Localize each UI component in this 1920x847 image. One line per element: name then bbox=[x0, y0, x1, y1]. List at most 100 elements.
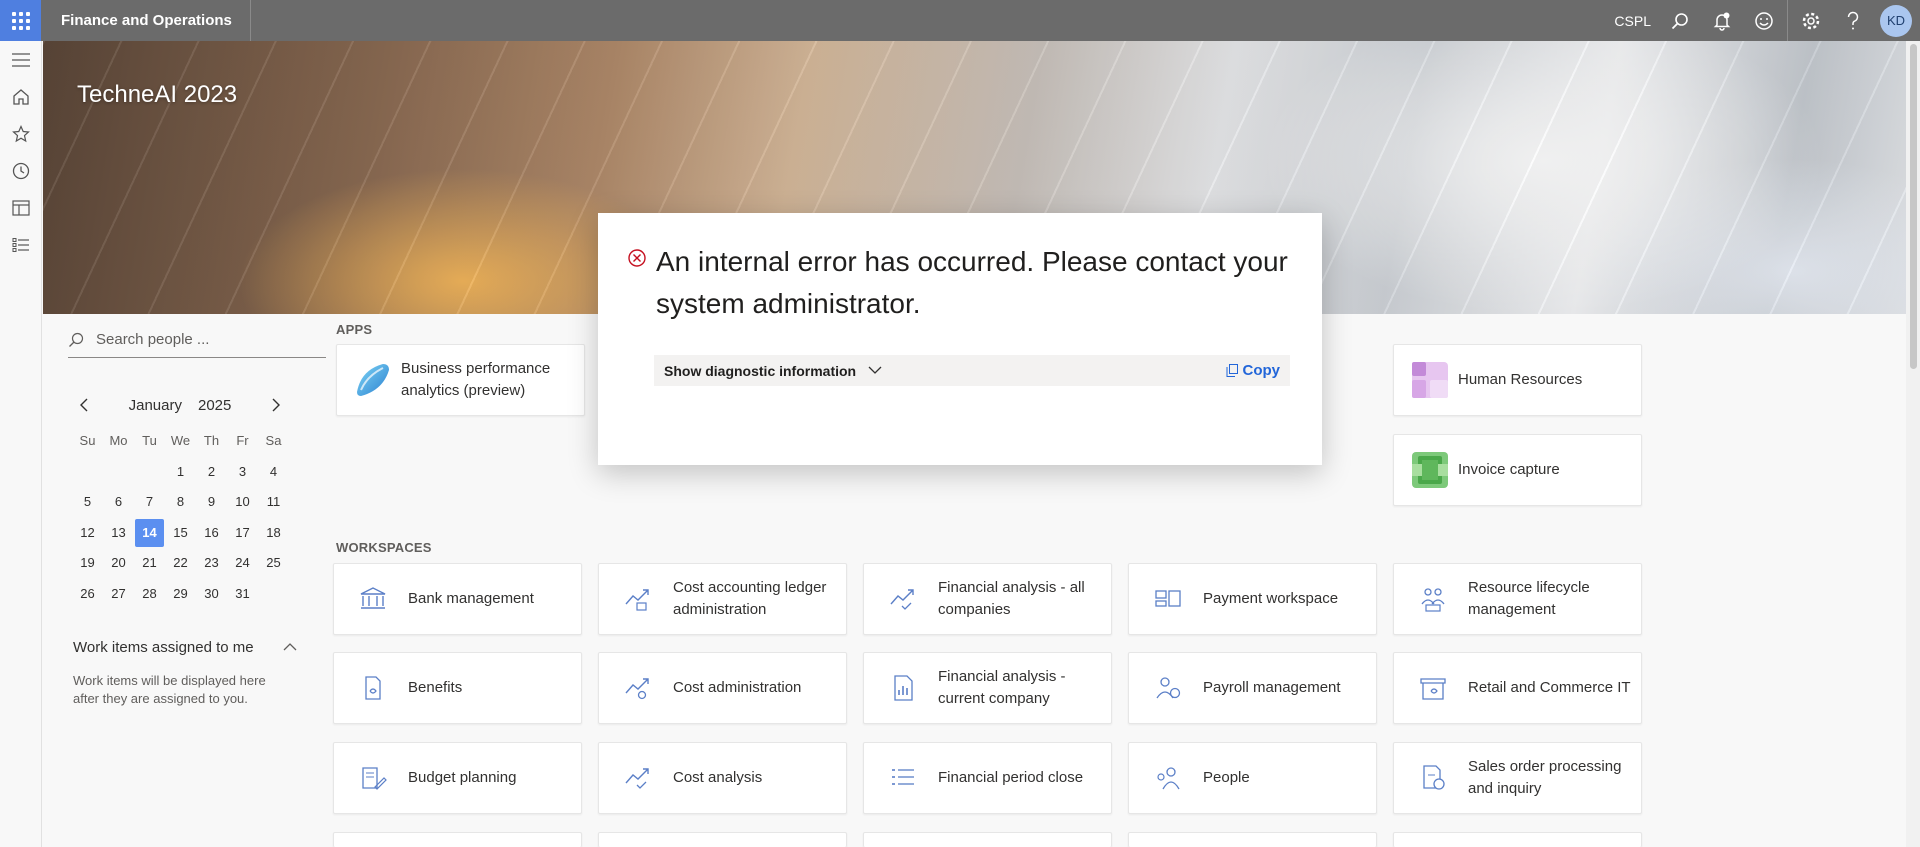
app-tile-human-resources[interactable]: Human Resources bbox=[1393, 344, 1642, 416]
tile-label: Bank management bbox=[408, 590, 534, 607]
calendar-day[interactable]: 28 bbox=[134, 579, 165, 610]
app-title[interactable]: Finance and Operations bbox=[41, 0, 251, 41]
store-icon bbox=[1418, 673, 1448, 703]
tile-label: Retail and Commerce IT bbox=[1468, 679, 1631, 696]
app-tile-business-performance-analytics[interactable]: Business performance analytics (preview) bbox=[336, 344, 585, 416]
previous-month-icon[interactable] bbox=[72, 393, 96, 417]
sales-order-icon bbox=[1418, 763, 1448, 793]
home-icon[interactable] bbox=[0, 78, 42, 115]
waffle-icon[interactable] bbox=[0, 0, 41, 41]
calendar-day[interactable]: 1 bbox=[165, 457, 196, 488]
calendar-day[interactable]: 24 bbox=[227, 548, 258, 579]
workspace-tile[interactable]: Payment workspace bbox=[1128, 563, 1377, 635]
calendar-day[interactable]: 11 bbox=[258, 487, 289, 518]
workspace-tile[interactable]: People bbox=[1128, 742, 1377, 814]
help-icon[interactable] bbox=[1832, 0, 1874, 41]
workspace-tile[interactable]: Financial analysis - current company bbox=[863, 652, 1112, 724]
workspace-tile[interactable]: Cost accounting ledger administration bbox=[598, 563, 847, 635]
workspace-tile-partial[interactable] bbox=[598, 832, 847, 847]
work-items-header[interactable]: Work items assigned to me bbox=[73, 635, 297, 659]
calendar-year[interactable]: 2025 bbox=[198, 397, 231, 414]
people-search[interactable] bbox=[68, 322, 326, 358]
scrollbar-thumb[interactable] bbox=[1910, 44, 1917, 369]
chevron-up-icon[interactable] bbox=[283, 642, 297, 652]
search-icon[interactable] bbox=[1659, 0, 1701, 41]
show-diagnostic-toggle[interactable]: Show diagnostic information bbox=[664, 363, 882, 379]
diagnostic-label: Show diagnostic information bbox=[664, 362, 857, 379]
trend-ledger-icon bbox=[623, 584, 653, 614]
recent-icon[interactable] bbox=[0, 152, 42, 189]
workspaces-icon[interactable] bbox=[0, 189, 42, 226]
calendar-day[interactable]: 27 bbox=[103, 579, 134, 610]
calendar-day[interactable]: 14 bbox=[135, 518, 164, 547]
tile-label: Financial period close bbox=[938, 769, 1084, 786]
calendar-day[interactable]: 30 bbox=[196, 579, 227, 610]
workspace-tile-partial[interactable] bbox=[863, 832, 1112, 847]
tile-label: Cost analysis bbox=[673, 769, 763, 786]
calendar-month[interactable]: January bbox=[129, 397, 182, 414]
workspaces-section-label: WORKSPACES bbox=[336, 540, 432, 555]
calendar-day[interactable]: 8 bbox=[165, 487, 196, 518]
calendar-day[interactable]: 10 bbox=[227, 487, 258, 518]
benefits-icon bbox=[358, 673, 388, 703]
payroll-icon bbox=[1153, 673, 1183, 703]
workspace-tile[interactable]: Cost administration bbox=[598, 652, 847, 724]
calendar: January 2025 Su Mo Tu We Th Fr Sa 1 2 3 4 5 6 7 8 9 10 11… bbox=[72, 390, 288, 609]
calendar-day[interactable]: 4 bbox=[258, 457, 289, 488]
trend-check-icon bbox=[623, 763, 653, 793]
company-picker[interactable]: CSPL bbox=[1606, 13, 1659, 29]
copy-label: Copy bbox=[1242, 362, 1281, 379]
tile-label: Cost administration bbox=[673, 679, 802, 696]
copy-button[interactable]: Copy bbox=[1226, 362, 1281, 379]
modules-icon[interactable] bbox=[0, 226, 42, 263]
calendar-day[interactable]: 12 bbox=[72, 518, 103, 549]
calendar-day[interactable]: 29 bbox=[165, 579, 196, 610]
calendar-day[interactable]: 13 bbox=[103, 518, 134, 549]
calendar-day[interactable]: 23 bbox=[196, 548, 227, 579]
feedback-icon[interactable] bbox=[1743, 0, 1785, 41]
workspace-tile[interactable]: Benefits bbox=[333, 652, 582, 724]
calendar-day[interactable]: 22 bbox=[165, 548, 196, 579]
calendar-day[interactable]: 21 bbox=[134, 548, 165, 579]
calendar-day[interactable]: 5 bbox=[72, 487, 103, 518]
workspace-tile[interactable]: Retail and Commerce IT bbox=[1393, 652, 1642, 724]
calendar-day[interactable]: 25 bbox=[258, 548, 289, 579]
hamburger-icon[interactable] bbox=[0, 41, 42, 78]
workspace-tile[interactable]: Financial analysis - all companies bbox=[863, 563, 1112, 635]
avatar[interactable]: KD bbox=[1880, 4, 1912, 37]
calendar-day[interactable]: 7 bbox=[134, 487, 165, 518]
calendar-day[interactable]: 18 bbox=[258, 518, 289, 549]
workspace-tile[interactable]: Cost analysis bbox=[598, 742, 847, 814]
toolbar-divider bbox=[1787, 0, 1788, 41]
workspace-tile[interactable]: Sales order processing and inquiry bbox=[1393, 742, 1642, 814]
calendar-empty-cell bbox=[103, 457, 134, 488]
settings-icon[interactable] bbox=[1790, 0, 1832, 41]
calendar-day[interactable]: 2 bbox=[196, 457, 227, 488]
notifications-icon[interactable] bbox=[1701, 0, 1743, 41]
favorites-icon[interactable] bbox=[0, 115, 42, 152]
calendar-day[interactable]: 16 bbox=[196, 518, 227, 549]
tile-label: Benefits bbox=[408, 679, 463, 696]
calendar-day[interactable]: 31 bbox=[227, 579, 258, 610]
workspace-tile[interactable]: Payroll management bbox=[1128, 652, 1377, 724]
calendar-day-of-week: Sa bbox=[265, 433, 282, 448]
calendar-day[interactable]: 17 bbox=[227, 518, 258, 549]
calendar-day[interactable]: 15 bbox=[165, 518, 196, 549]
workspace-tile[interactable]: Resource lifecycle management bbox=[1393, 563, 1642, 635]
search-people-input[interactable] bbox=[96, 331, 316, 348]
calendar-day[interactable]: 3 bbox=[227, 457, 258, 488]
calendar-day[interactable]: 20 bbox=[103, 548, 134, 579]
workspace-tile-partial[interactable] bbox=[1393, 832, 1642, 847]
workspace-tile[interactable]: Bank management bbox=[333, 563, 582, 635]
app-tile-invoice-capture[interactable]: Invoice capture bbox=[1393, 434, 1642, 506]
calendar-day[interactable]: 6 bbox=[103, 487, 134, 518]
calendar-day[interactable]: 9 bbox=[196, 487, 227, 518]
calendar-day[interactable]: 19 bbox=[72, 548, 103, 579]
workspace-tile-partial[interactable] bbox=[333, 832, 582, 847]
workspace-tile[interactable]: Financial period close bbox=[863, 742, 1112, 814]
tile-label: Resource lifecycle management bbox=[1468, 579, 1590, 618]
workspace-tile-partial[interactable] bbox=[1128, 832, 1377, 847]
workspace-tile[interactable]: Budget planning bbox=[333, 742, 582, 814]
next-month-icon[interactable] bbox=[264, 393, 288, 417]
calendar-day[interactable]: 26 bbox=[72, 579, 103, 610]
